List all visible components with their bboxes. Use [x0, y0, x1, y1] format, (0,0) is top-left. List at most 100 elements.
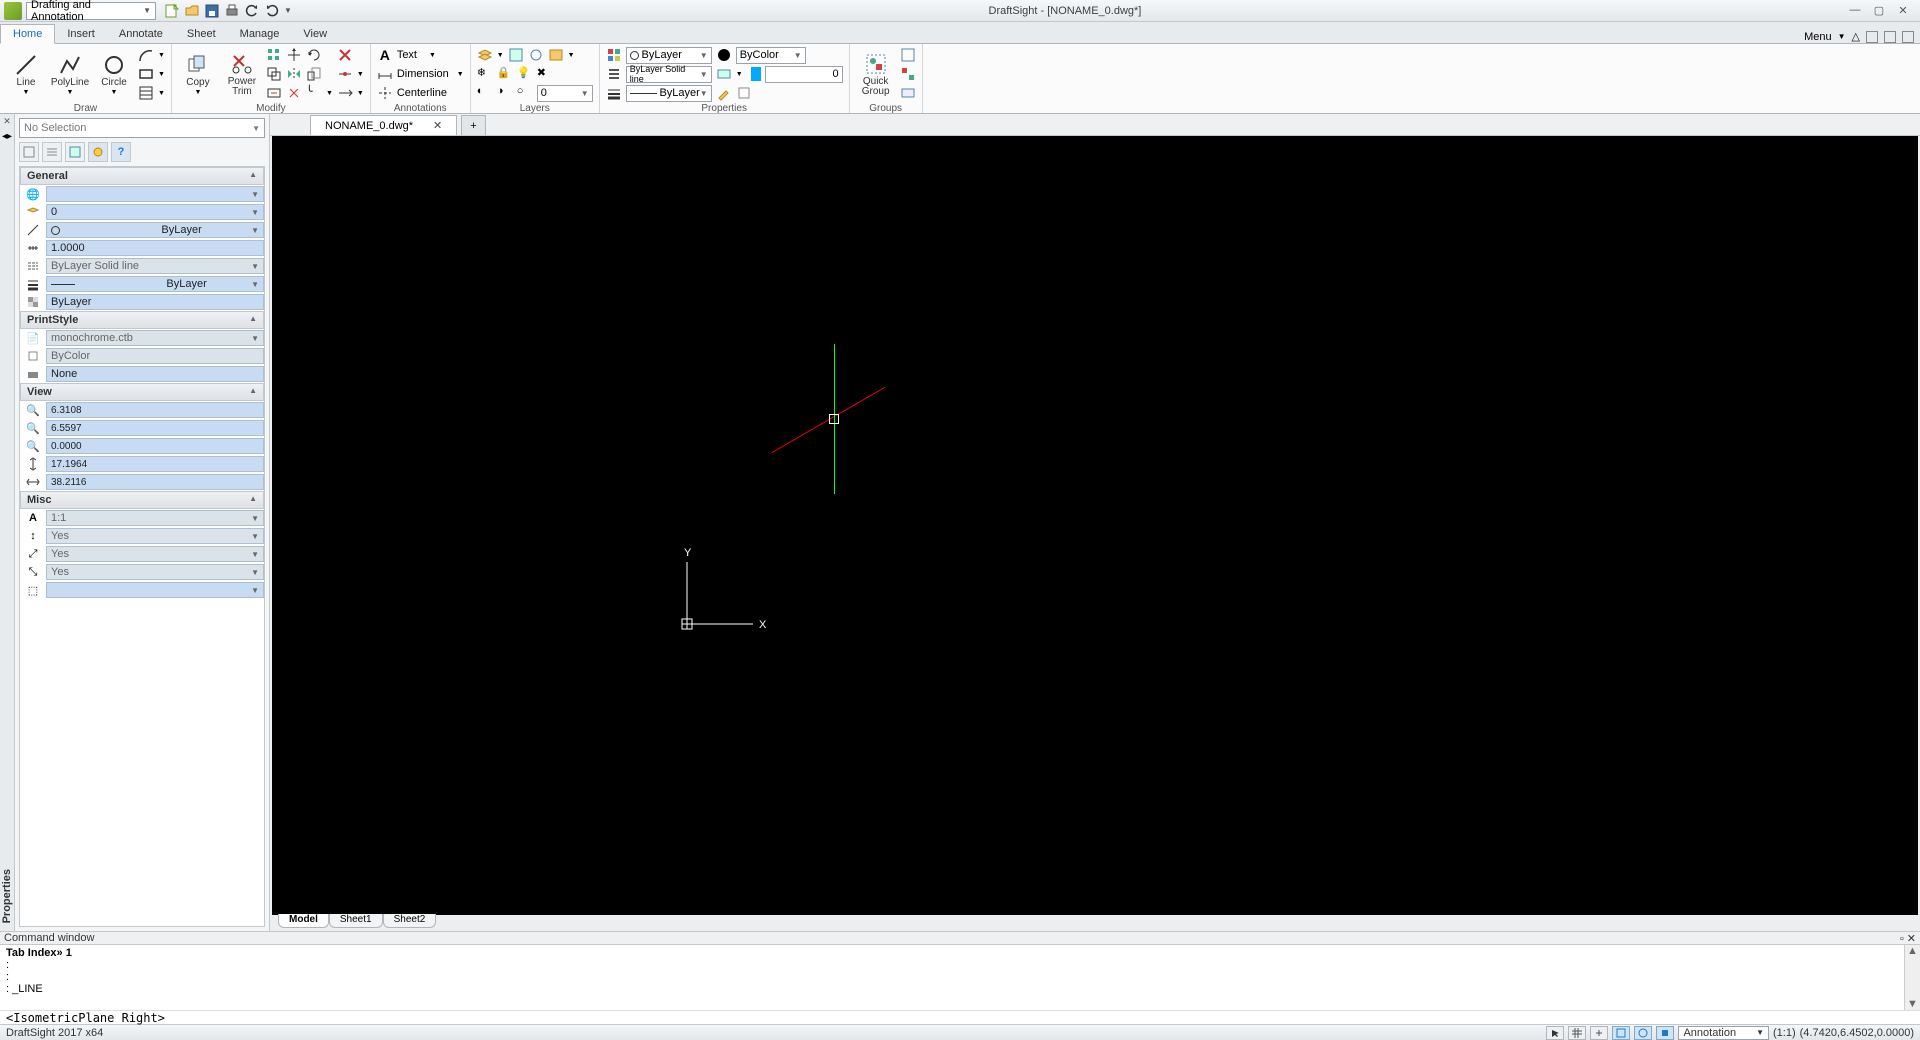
prop-misc-3[interactable]: Yes▼	[46, 546, 264, 562]
layer-name-select[interactable]: 0▼	[537, 85, 593, 102]
paint-icon[interactable]	[716, 85, 732, 101]
pin-icon[interactable]: ◂▸	[2, 131, 12, 142]
prop-transparency[interactable]: ByLayer	[46, 294, 264, 310]
stretch-icon[interactable]	[266, 85, 282, 101]
doc-close-button[interactable]	[1902, 31, 1914, 43]
tab-annotate[interactable]: Annotate	[107, 25, 175, 43]
redo-icon[interactable]	[264, 3, 280, 19]
status-grid-button[interactable]	[1568, 1026, 1586, 1040]
prop-tool-2[interactable]	[42, 142, 62, 162]
workspace-selector[interactable]: Drafting and Annotation ▼	[26, 2, 156, 20]
layer-del-icon[interactable]: ✖	[537, 66, 553, 82]
prop-view-2[interactable]: 6.5597	[46, 420, 264, 436]
prop-group-misc[interactable]: Misc▲	[20, 491, 264, 509]
fillet-icon[interactable]: ╰	[306, 85, 322, 101]
lineweight-select[interactable]: ByLayer▼	[626, 85, 712, 102]
dimension-icon[interactable]	[377, 66, 393, 82]
undo-icon[interactable]	[244, 3, 260, 19]
layer-lock-icon[interactable]: 🔒	[497, 66, 513, 82]
prop-linestyle[interactable]: ByLayer Solid line▼	[46, 258, 264, 274]
power-trim-button[interactable]: Power Trim	[222, 52, 262, 97]
changelength-icon[interactable]	[337, 85, 353, 101]
qat-chevron-down-icon[interactable]: ▼	[284, 6, 292, 15]
tab-manage[interactable]: Manage	[228, 25, 292, 43]
add-tab-button[interactable]: +	[461, 115, 485, 135]
minimize-button[interactable]: —	[1848, 4, 1862, 17]
split-icon[interactable]	[337, 66, 353, 82]
collapse-ribbon-icon[interactable]: △	[1852, 30, 1860, 43]
prop-lineweight[interactable]: ByLayer▼	[46, 276, 264, 292]
selection-filter[interactable]: No Selection▼	[19, 118, 265, 138]
status-cursor-button[interactable]	[1546, 1026, 1564, 1040]
maximize-button[interactable]: ▢	[1872, 4, 1886, 17]
prop-view-3[interactable]: 0.0000	[46, 438, 264, 454]
sheet-tab-sheet1[interactable]: Sheet1	[329, 914, 383, 928]
move-icon[interactable]	[286, 47, 302, 63]
properties-panel-handle[interactable]: ✕ ◂▸ Properties	[0, 114, 15, 931]
group-settings-icon[interactable]	[900, 85, 916, 101]
polyline-button[interactable]: PolyLine ▼	[50, 53, 90, 96]
sheet-tab-sheet2[interactable]: Sheet2	[383, 914, 437, 928]
close-button[interactable]: ✕	[1896, 4, 1910, 17]
prop-group-printstyle[interactable]: PrintStyle▲	[20, 311, 264, 329]
tab-view[interactable]: View	[291, 25, 339, 43]
arc-icon[interactable]	[138, 47, 154, 63]
menu-label[interactable]: Menu	[1804, 31, 1832, 43]
scale-icon[interactable]	[306, 66, 322, 82]
prop-tool-4[interactable]	[88, 142, 108, 162]
mirror-icon[interactable]	[286, 66, 302, 82]
prop-view-1[interactable]: 6.3108	[46, 402, 264, 418]
ungroup-icon[interactable]	[900, 66, 916, 82]
offset-icon[interactable]	[266, 66, 282, 82]
centerline-icon[interactable]	[377, 85, 393, 101]
cmd-close-icon[interactable]: ✕	[1907, 933, 1916, 945]
prop-printtable[interactable]: monochrome.ctb▼	[46, 330, 264, 346]
text-icon[interactable]: A	[377, 47, 393, 63]
prop-group-general[interactable]: General▲	[20, 167, 264, 185]
prop-tool-help[interactable]: ?	[111, 142, 131, 162]
scrollbar[interactable]: ▲▼	[1904, 945, 1920, 1010]
prop-layer[interactable]: 0▼	[46, 204, 264, 220]
close-panel-icon[interactable]: ✕	[3, 116, 11, 127]
edit-group-icon[interactable]	[900, 47, 916, 63]
tab-insert[interactable]: Insert	[55, 25, 107, 43]
prop-view-5[interactable]: 38.2116	[46, 474, 264, 490]
layer-off-icon[interactable]: 💡	[517, 66, 533, 82]
status-polar-button[interactable]	[1634, 1026, 1652, 1040]
doc-restore-button[interactable]	[1884, 31, 1896, 43]
pattern-icon[interactable]	[266, 47, 282, 63]
drawing-canvas[interactable]: Y X	[272, 136, 1918, 915]
list-icon[interactable]	[606, 66, 622, 82]
layer-state-icon[interactable]	[508, 47, 524, 63]
layer-color-icon[interactable]: ○	[517, 85, 533, 101]
line-settings-icon[interactable]	[716, 66, 732, 82]
status-snap-button[interactable]	[1590, 1026, 1608, 1040]
color-select[interactable]: ByLayer▼	[626, 47, 712, 64]
new-icon[interactable]	[164, 3, 180, 19]
command-window-header[interactable]: Command window ▫ ✕	[0, 931, 1920, 945]
hatch-icon[interactable]	[138, 85, 154, 101]
layer-iso-icon[interactable]	[528, 47, 544, 63]
prop-printmode[interactable]: ByColor	[46, 348, 264, 364]
prop-plot[interactable]: None	[46, 366, 264, 382]
layer-freeze-icon[interactable]: ❄	[477, 66, 493, 82]
prop-misc-1[interactable]: 1:1▼	[46, 510, 264, 526]
lineweight-value[interactable]: 0	[765, 66, 843, 83]
line-thick-icon[interactable]	[606, 85, 622, 101]
delete-icon[interactable]	[337, 47, 353, 63]
color-wheel-icon[interactable]	[716, 47, 732, 63]
prop-tool-1[interactable]	[19, 142, 39, 162]
status-esnap-button[interactable]	[1656, 1026, 1674, 1040]
prop-color[interactable]: ▼	[46, 186, 264, 202]
prop-misc-5[interactable]: ▼	[46, 582, 264, 598]
open-icon[interactable]	[184, 3, 200, 19]
sheet-tab-model[interactable]: Model	[278, 914, 329, 928]
command-input[interactable]: <IsometricPlane Right>	[0, 1010, 1920, 1024]
layer-show-icon[interactable]: ◐	[477, 85, 493, 101]
prop-group-view[interactable]: View▲	[20, 383, 264, 401]
prop-linecolor[interactable]: ByLayer▼	[46, 222, 264, 238]
prop-scale[interactable]: 1.0000	[46, 240, 264, 256]
command-window[interactable]: Tab Index» 1 : : : _LINE ▲▼	[0, 945, 1920, 1010]
status-annotation-select[interactable]: Annotation▼	[1678, 1026, 1769, 1040]
file-tab[interactable]: NONAME_0.dwg* ✕	[310, 115, 457, 135]
